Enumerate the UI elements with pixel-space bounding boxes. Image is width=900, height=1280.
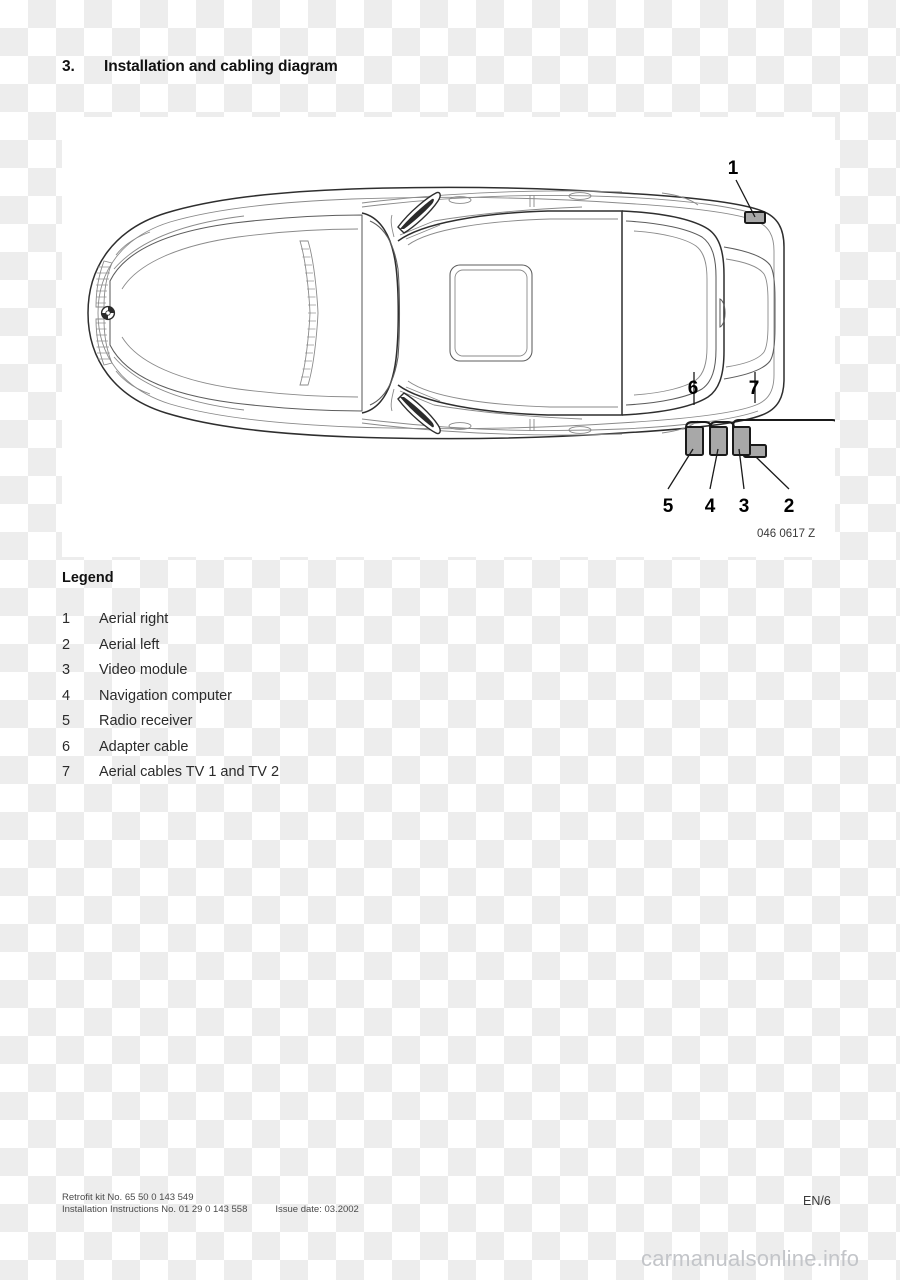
sunroof (449, 264, 533, 362)
callout-7: 7 (749, 378, 760, 399)
callout-2: 2 (784, 496, 795, 517)
legend-item-number: 5 (62, 713, 71, 729)
component-aerial-right (744, 211, 766, 224)
legend-item-label: Aerial left (99, 636, 160, 653)
components-and-cabling (667, 179, 835, 490)
legend-item-label: Aerial cables TV 1 and TV 2 (99, 764, 280, 780)
legend-item: 1 Aerial right (62, 611, 482, 637)
legend-item-number: 2 (62, 636, 71, 653)
legend-item-number: 3 (62, 662, 71, 678)
callout-1: 1 (728, 158, 739, 179)
legend-item-label: Video module (99, 662, 188, 678)
legend-title: Legend (62, 570, 114, 586)
footer-issue-date: Issue date: 03.2002 (275, 1204, 359, 1215)
component-radio-receiver (685, 426, 704, 456)
callout-4: 4 (705, 496, 716, 517)
legend-item-label: Aerial right (99, 611, 169, 627)
installation-diagram: 1 6 7 5 4 3 2 (62, 117, 835, 542)
legend-item-number: 1 (62, 611, 71, 627)
legend-item-number: 4 (62, 687, 71, 704)
legend-item: 6 Adapter cable (62, 739, 482, 765)
site-watermark: carmanualsonline.info (641, 1246, 860, 1271)
car-outline (87, 186, 785, 440)
legend-item-number: 6 (62, 738, 71, 755)
callout-3: 3 (739, 496, 750, 517)
callout-6: 6 (688, 378, 699, 399)
legend-item: 4 Navigation computer (62, 688, 482, 714)
heading-title: Installation and cabling diagram (104, 58, 338, 75)
footer-left: Retrofit kit No. 65 50 0 143 549 Install… (62, 1192, 359, 1216)
legend-item: 3 Video module (62, 662, 482, 688)
legend-item-label: Navigation computer (99, 687, 232, 704)
legend-item-number: 7 (62, 764, 71, 780)
component-navigation-computer (709, 426, 728, 456)
heading-number: 3. (62, 58, 75, 75)
legend-item: 5 Radio receiver (62, 713, 482, 739)
legend-list: 1 Aerial right 2 Aerial left 3 Video mod… (62, 611, 482, 790)
footer-page-number: EN/6 (803, 1194, 831, 1208)
footer-instructions: Installation Instructions No. 01 29 0 14… (62, 1204, 248, 1215)
footer-retrofit-kit: Retrofit kit No. 65 50 0 143 549 (62, 1192, 194, 1203)
drawing-number: 046 0617 Z (757, 528, 816, 540)
document-page: 3. Installation and cabling diagram 1 6 … (0, 0, 900, 1280)
component-video-module (732, 426, 751, 456)
legend-item: 7 Aerial cables TV 1 and TV 2 (62, 764, 482, 790)
legend-item: 2 Aerial left (62, 637, 482, 663)
legend-item-label: Radio receiver (99, 713, 193, 729)
legend-item-label: Adapter cable (99, 738, 189, 755)
callout-5: 5 (663, 496, 674, 517)
bmw-roundel-icon (100, 305, 116, 321)
page-heading: 3. Installation and cabling diagram (62, 58, 338, 76)
